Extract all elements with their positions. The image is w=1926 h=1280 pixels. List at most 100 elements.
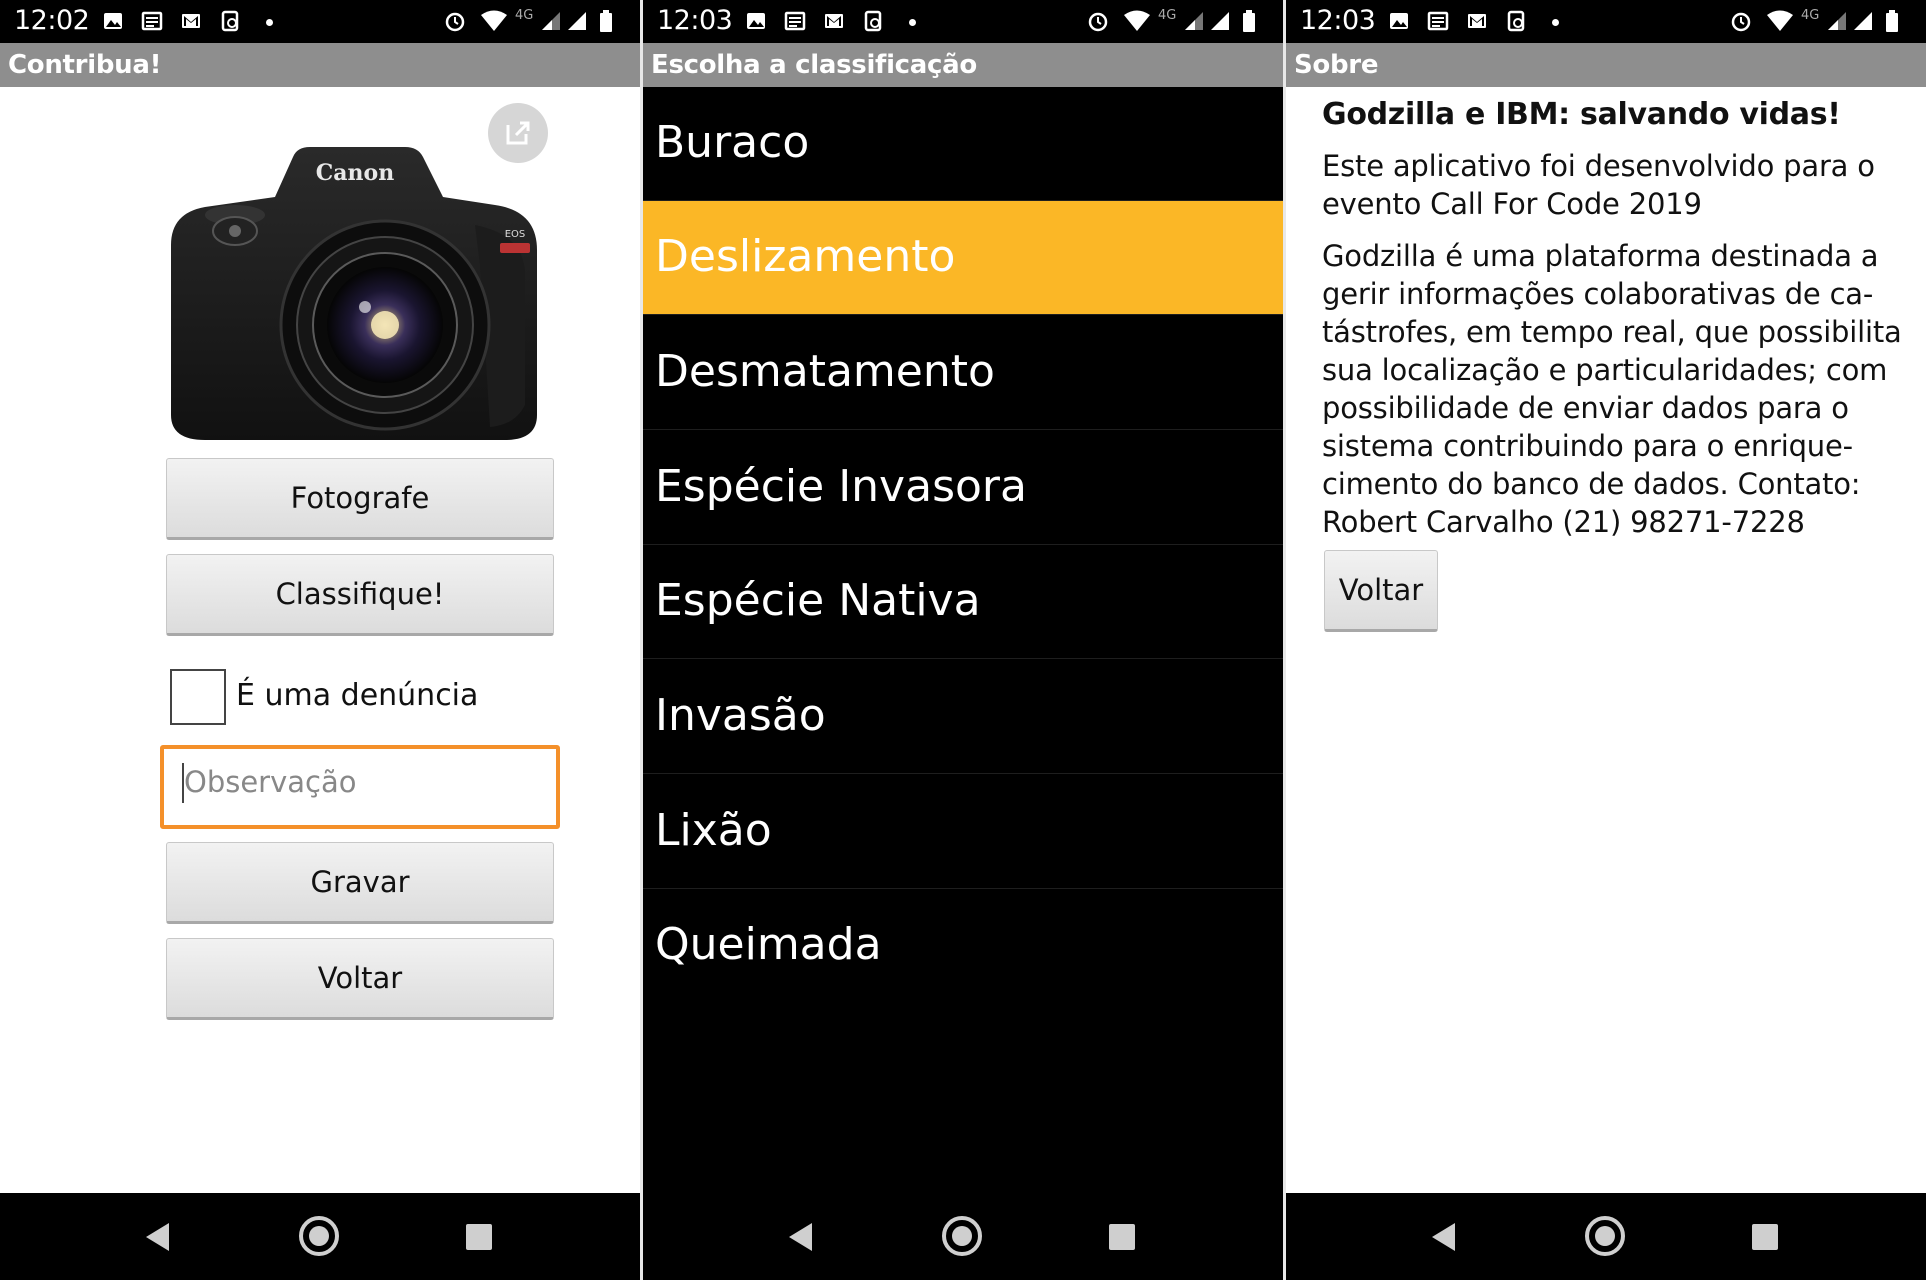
image-notification-icon: [747, 13, 765, 29]
list-item-label: Invasão: [655, 690, 826, 741]
list-item-label: Desmatamento: [655, 346, 995, 397]
screen-contribute: 12:02 4G Contribua! Canon EOS Fotografe …: [0, 0, 640, 1280]
status-bar: 12:03 4G: [643, 0, 1283, 43]
list-item-invasao[interactable]: Invasão: [643, 660, 1283, 774]
more-notifications-dot: [1552, 19, 1559, 26]
news-notification-icon: [784, 11, 806, 31]
about-paragraph2-line: tástrofes, em tempo real, que possibilit…: [1322, 315, 1902, 349]
title-bar: Sobre: [1286, 43, 1926, 87]
list-item-desmatamento[interactable]: Desmatamento: [643, 316, 1283, 430]
about-paragraph2-line: sistema contribuindo para o enrique-: [1322, 429, 1853, 463]
about-paragraph2-line: gerir informações colaborativas de ca-: [1322, 277, 1874, 311]
title-bar: Contribua!: [0, 43, 640, 87]
nav-recents-icon[interactable]: [1109, 1224, 1135, 1250]
phone-update-icon: [221, 10, 239, 32]
alarm-icon: [1088, 12, 1108, 32]
gmail-notification-icon: [825, 14, 843, 28]
about-paragraph2-line: sua localização e particularidades; com: [1322, 353, 1888, 387]
nav-back-icon[interactable]: [1432, 1223, 1455, 1251]
more-notifications-dot: [909, 19, 916, 26]
list-item-label: Deslizamento: [655, 231, 956, 282]
battery-icon: [600, 10, 612, 32]
nav-home-icon[interactable]: [942, 1216, 982, 1256]
cell-signal-2-icon: [1211, 12, 1229, 30]
status-time: 12:03: [1300, 5, 1376, 36]
about-heading: Godzilla e IBM: salvando vidas!: [1322, 97, 1841, 132]
about-paragraph2-line: possibilidade de enviar dados para o: [1322, 391, 1849, 425]
about-paragraph1-line: Este aplicativo foi desenvolvido para o: [1322, 149, 1875, 183]
network-type-label: 4G: [1158, 8, 1177, 23]
cell-signal-1-icon: [1185, 12, 1203, 30]
screen-title: Escolha a classificação: [651, 50, 977, 80]
share-button[interactable]: [488, 103, 548, 163]
battery-icon: [1243, 10, 1255, 32]
battery-icon: [1886, 10, 1898, 32]
cell-signal-2-icon: [568, 12, 586, 30]
nav-back-icon[interactable]: [789, 1223, 812, 1251]
complaint-checkbox[interactable]: [170, 669, 226, 725]
cell-signal-2-icon: [1854, 12, 1872, 30]
list-item-label: Espécie Invasora: [655, 461, 1027, 512]
back-button[interactable]: Voltar: [166, 938, 554, 1020]
screen-title: Contribua!: [8, 50, 162, 80]
title-bar: Escolha a classificação: [643, 43, 1283, 87]
list-item-especie-invasora[interactable]: Espécie Invasora: [643, 431, 1283, 545]
gmail-notification-icon: [182, 14, 200, 28]
more-notifications-dot: [266, 19, 273, 26]
phone-update-icon: [864, 10, 882, 32]
wifi-icon: [1124, 10, 1150, 31]
save-button[interactable]: Gravar: [166, 842, 554, 924]
cell-signal-1-icon: [542, 12, 560, 30]
camera-photo: Canon EOS: [165, 135, 545, 445]
about-paragraph1-line: evento Call For Code 2019: [1322, 187, 1702, 221]
classify-button[interactable]: Classifique!: [166, 554, 554, 636]
status-bar: 12:02 4G: [0, 0, 640, 43]
news-notification-icon: [141, 11, 163, 31]
screen-classification: 12:03 4G Escolha a classificação Buraco …: [643, 0, 1283, 1280]
status-bar: 12:03 4G: [1286, 0, 1926, 43]
alarm-icon: [445, 12, 465, 32]
observation-input[interactable]: Observação: [160, 745, 560, 829]
status-time: 12:02: [14, 5, 90, 36]
complaint-checkbox-label: É uma denúncia: [236, 678, 479, 713]
news-notification-icon: [1427, 11, 1449, 31]
navigation-bar: [643, 1193, 1283, 1280]
wifi-icon: [1767, 10, 1793, 31]
camera-brand-text: Canon: [316, 160, 394, 186]
list-item-label: Queimada: [655, 919, 882, 970]
list-item-deslizamento[interactable]: Deslizamento: [643, 201, 1283, 315]
list-item-queimada[interactable]: Queimada: [643, 889, 1283, 1003]
nav-home-icon[interactable]: [299, 1216, 339, 1256]
screen-title: Sobre: [1294, 50, 1379, 80]
network-type-label: 4G: [1801, 8, 1820, 23]
gmail-notification-icon: [1468, 14, 1486, 28]
image-notification-icon: [1390, 13, 1408, 29]
list-item-lixao[interactable]: Lixão: [643, 775, 1283, 889]
observation-placeholder: Observação: [184, 765, 357, 799]
about-paragraph2-line: Godzilla é uma plataforma destinada a: [1322, 239, 1879, 273]
nav-recents-icon[interactable]: [466, 1224, 492, 1250]
svg-text:EOS: EOS: [505, 229, 526, 240]
alarm-icon: [1731, 12, 1751, 32]
cell-signal-1-icon: [1828, 12, 1846, 30]
back-button[interactable]: Voltar: [1324, 550, 1438, 632]
list-item-especie-nativa[interactable]: Espécie Nativa: [643, 545, 1283, 659]
navigation-bar: [1286, 1193, 1926, 1280]
list-item-label: Espécie Nativa: [655, 575, 981, 626]
nav-recents-icon[interactable]: [1752, 1224, 1778, 1250]
about-paragraph2-line: cimento do banco de dados. Contato:: [1322, 467, 1861, 501]
list-item-buraco[interactable]: Buraco: [643, 87, 1283, 201]
nav-home-icon[interactable]: [1585, 1216, 1625, 1256]
list-item-label: Lixão: [655, 805, 772, 856]
phone-update-icon: [1507, 10, 1525, 32]
nav-back-icon[interactable]: [146, 1223, 169, 1251]
status-time: 12:03: [657, 5, 733, 36]
about-contact-line: Robert Carvalho (21) 98271-7228: [1322, 505, 1805, 539]
wifi-icon: [481, 10, 507, 31]
screen-about: 12:03 4G Sobre Godzilla e IBM: salvando …: [1286, 0, 1926, 1280]
open-external-icon: [506, 121, 530, 145]
photograph-button[interactable]: Fotografe: [166, 458, 554, 540]
list-item-label: Buraco: [655, 117, 810, 168]
navigation-bar: [0, 1193, 640, 1280]
image-notification-icon: [104, 13, 122, 29]
